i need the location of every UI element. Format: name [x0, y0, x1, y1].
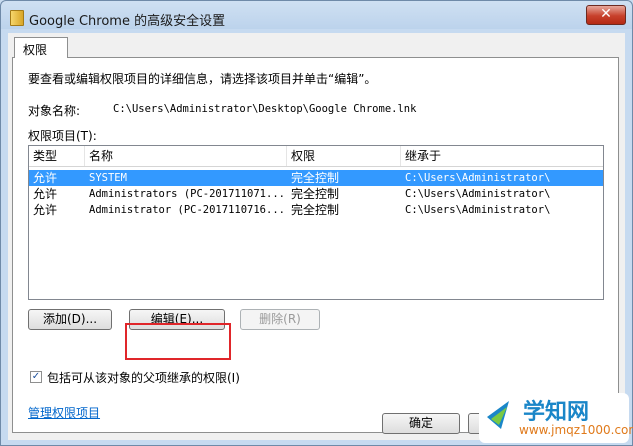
row-name: Administrator (PC-2017110716...: [89, 204, 285, 216]
remove-button[interactable]: 删除(R): [240, 309, 320, 330]
row-inherited-from: C:\Users\Administrator\: [405, 204, 551, 216]
title-bar[interactable]: Google Chrome 的高级安全设置 ✕: [1, 1, 632, 33]
row-permission: 完全控制: [291, 203, 340, 217]
row-inherited-from: C:\Users\Administrator\: [405, 188, 551, 200]
column-header-name[interactable]: 名称: [85, 146, 287, 166]
object-name-value: C:\Users\Administrator\Desktop\Google Ch…: [113, 103, 417, 115]
highlight-box: [125, 323, 231, 360]
inherit-permissions-label[interactable]: 包括可从该对象的父项继承的权限(I): [47, 369, 240, 386]
watermark-title: 学知网: [523, 400, 590, 425]
instructions-text: 要查看或编辑权限项目的详细信息，请选择该项目并单击“编辑”。: [28, 72, 377, 86]
column-header-permission[interactable]: 权限: [287, 146, 401, 166]
row-name: Administrators (PC-201711071...: [89, 188, 285, 200]
row-permission: 完全控制: [291, 187, 340, 201]
ok-button[interactable]: 确定: [382, 413, 460, 434]
tab-label: 权限: [23, 43, 48, 57]
watermark-url: www.jmqz1000.com: [519, 423, 633, 437]
folder-icon: [10, 10, 24, 26]
close-button[interactable]: ✕: [586, 5, 626, 25]
row-type: 允许: [33, 203, 58, 217]
tab-permissions[interactable]: 权限: [14, 37, 68, 58]
row-type: 允许: [33, 171, 58, 185]
permission-entries-list[interactable]: 类型 名称 权限 继承于 允许 SYSTEM 完全控制 C:\Users\Adm…: [28, 145, 604, 300]
add-button[interactable]: 添加(D)...: [28, 309, 112, 330]
window-title: Google Chrome 的高级安全设置: [29, 14, 226, 29]
manage-permissions-link[interactable]: 管理权限项目: [28, 404, 100, 421]
row-name: SYSTEM: [89, 172, 127, 184]
dialog-window: Google Chrome 的高级安全设置 ✕ 权限 要查看或编辑权限项目的详细…: [0, 0, 633, 446]
row-permission: 完全控制: [291, 171, 340, 185]
table-row[interactable]: 允许 Administrators (PC-201711071... 完全控制 …: [29, 186, 603, 202]
watermark-logo-icon: [487, 401, 509, 429]
table-row[interactable]: 允许 SYSTEM 完全控制 C:\Users\Administrator\: [29, 170, 603, 186]
column-header-inherited-from[interactable]: 继承于: [401, 146, 603, 166]
inherit-permissions-checkbox[interactable]: ✓: [30, 371, 42, 383]
permission-entries-label: 权限项目(T):: [28, 129, 97, 143]
row-type: 允许: [33, 187, 58, 201]
permissions-panel: 要查看或编辑权限项目的详细信息，请选择该项目并单击“编辑”。 对象名称: C:\…: [12, 57, 619, 433]
object-name-label: 对象名称:: [28, 104, 81, 118]
row-inherited-from: C:\Users\Administrator\: [405, 172, 551, 184]
dialog-client-area: 权限 要查看或编辑权限项目的详细信息，请选择该项目并单击“编辑”。 对象名称: …: [8, 33, 625, 440]
table-row[interactable]: 允许 Administrator (PC-2017110716... 完全控制 …: [29, 202, 603, 218]
list-header: 类型 名称 权限 继承于: [29, 146, 603, 167]
watermark: 学知网 www.jmqz1000.com: [479, 393, 633, 443]
column-header-type[interactable]: 类型: [29, 146, 85, 166]
